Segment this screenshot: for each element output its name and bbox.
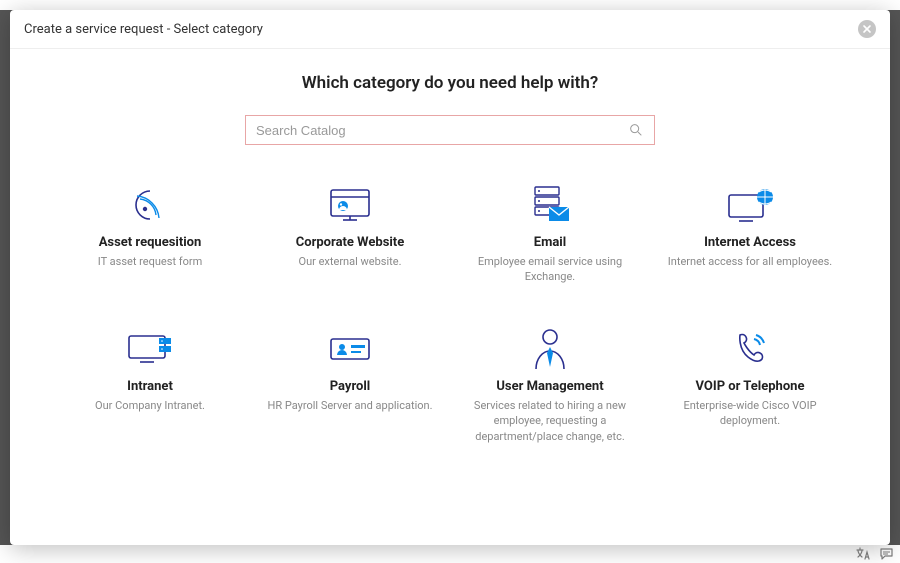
- category-title: Asset requesition: [64, 235, 236, 250]
- category-title: Email: [464, 235, 636, 250]
- modal-title: Create a service request - Select catego…: [24, 22, 263, 37]
- category-title: User Management: [464, 379, 636, 394]
- search-container: [245, 115, 655, 145]
- category-desc: HR Payroll Server and application.: [264, 398, 436, 413]
- modal-body: Which category do you need help with? As…: [10, 49, 890, 545]
- category-internet-access[interactable]: Internet Access Internet access for all …: [660, 183, 840, 285]
- category-intranet[interactable]: Intranet Our Company Intranet.: [60, 327, 240, 444]
- satellite-icon: [64, 183, 236, 227]
- language-icon[interactable]: [855, 547, 871, 561]
- category-title: Intranet: [64, 379, 236, 394]
- modal-header: Create a service request - Select catego…: [10, 10, 890, 49]
- category-desc: IT asset request form: [64, 254, 236, 269]
- category-title: Corporate Website: [264, 235, 436, 250]
- email-icon: [464, 183, 636, 227]
- category-desc: Employee email service using Exchange.: [464, 254, 636, 285]
- payroll-icon: [264, 327, 436, 371]
- category-payroll[interactable]: Payroll HR Payroll Server and applicatio…: [260, 327, 440, 444]
- search-input[interactable]: [256, 123, 628, 138]
- category-asset-requesition[interactable]: Asset requesition IT asset request form: [60, 183, 240, 285]
- category-grid: Asset requesition IT asset request form: [60, 183, 840, 444]
- category-desc: Internet access for all employees.: [664, 254, 836, 269]
- search-icon: [628, 122, 644, 138]
- category-title: Payroll: [264, 379, 436, 394]
- category-desc: Enterprise-wide Cisco VOIP deployment.: [664, 398, 836, 429]
- category-desc: Our Company Intranet.: [64, 398, 236, 413]
- category-corporate-website[interactable]: Corporate Website Our external website.: [260, 183, 440, 285]
- close-button[interactable]: [858, 20, 876, 38]
- page-heading: Which category do you need help with?: [50, 73, 850, 93]
- intranet-icon: [64, 327, 236, 371]
- category-voip[interactable]: VOIP or Telephone Enterprise-wide Cisco …: [660, 327, 840, 444]
- category-desc: Our external website.: [264, 254, 436, 269]
- category-title: Internet Access: [664, 235, 836, 250]
- category-desc: Services related to hiring a new employe…: [464, 398, 636, 444]
- chat-icon[interactable]: [879, 547, 894, 561]
- service-request-modal: Create a service request - Select catego…: [10, 10, 890, 545]
- close-icon: [862, 24, 872, 34]
- category-title: VOIP or Telephone: [664, 379, 836, 394]
- category-email[interactable]: Email Employee email service using Excha…: [460, 183, 640, 285]
- footer-utility: [855, 545, 894, 563]
- user-icon: [464, 327, 636, 371]
- internet-icon: [664, 183, 836, 227]
- category-user-management[interactable]: User Management Services related to hiri…: [460, 327, 640, 444]
- voip-icon: [664, 327, 836, 371]
- website-icon: [264, 183, 436, 227]
